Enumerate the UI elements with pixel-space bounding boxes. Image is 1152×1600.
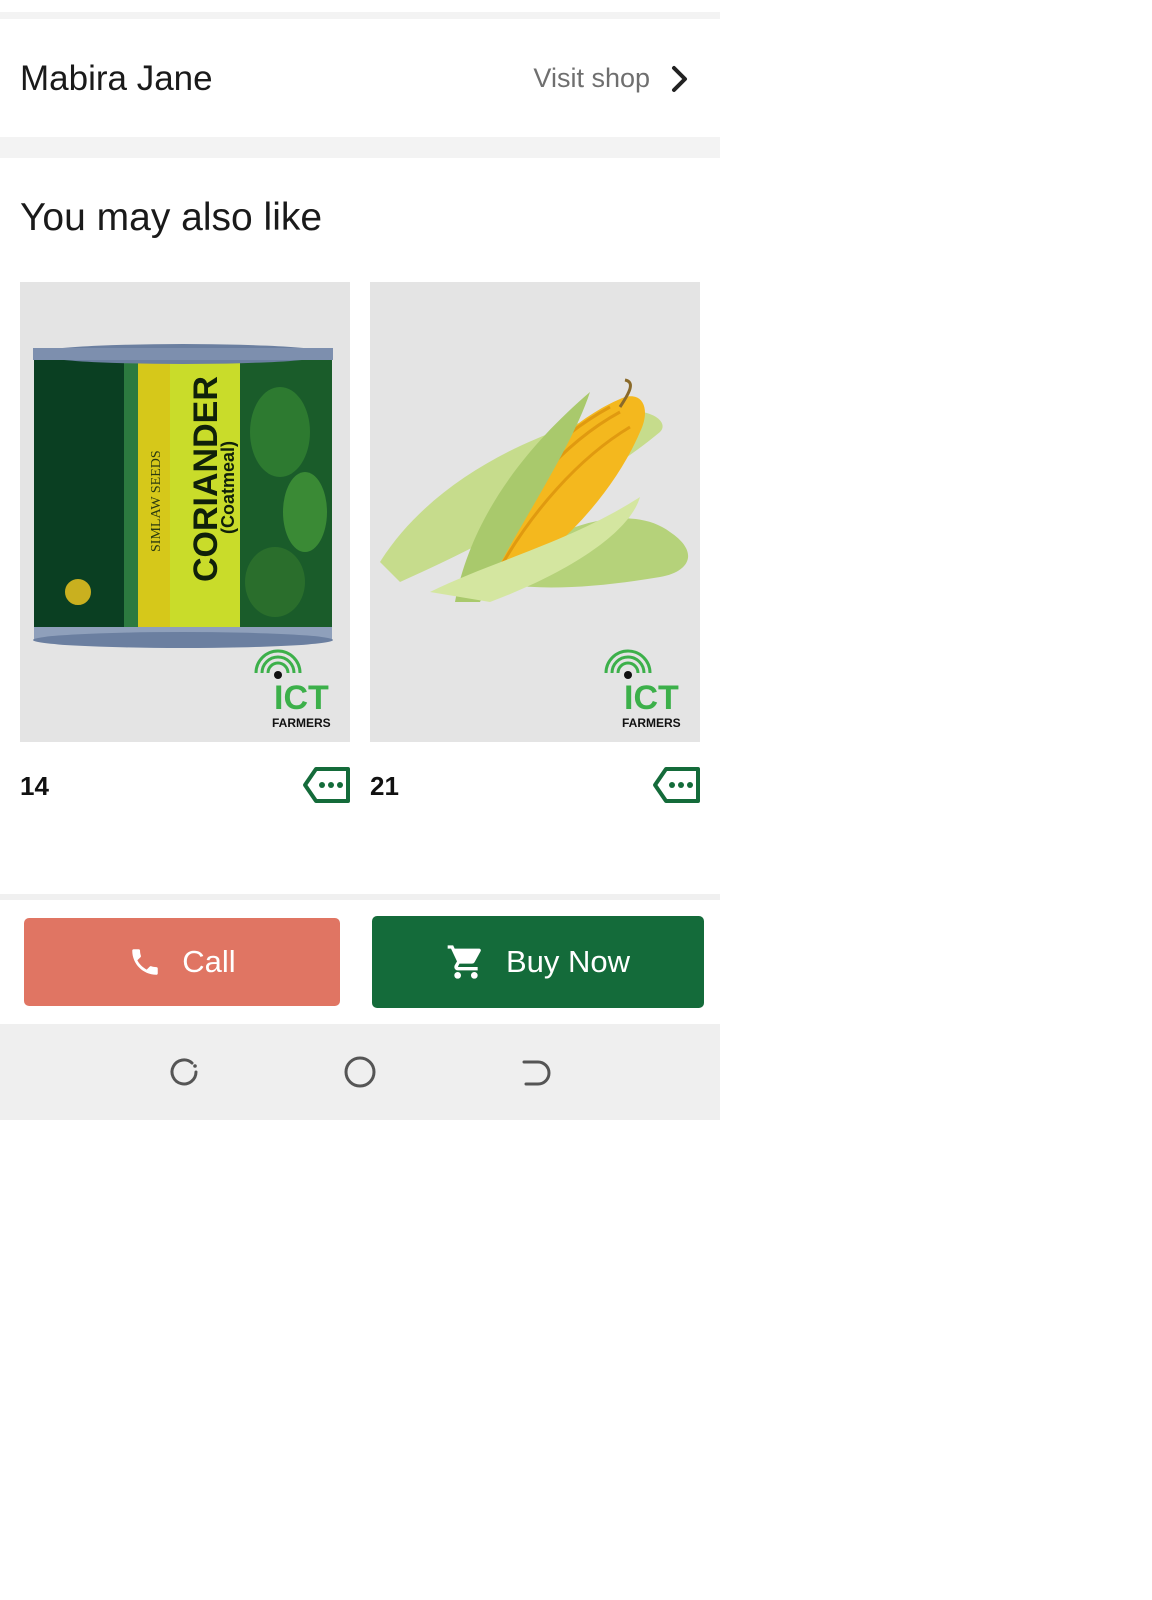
svg-text:SIMLAW SEEDS: SIMLAW SEEDS	[149, 450, 164, 552]
price-tag-icon[interactable]	[302, 766, 352, 804]
buy-now-label: Buy Now	[505, 944, 631, 979]
visit-shop-link[interactable]: Visit shop	[533, 63, 692, 94]
buy-now-button[interactable]: Buy Now	[372, 916, 704, 1008]
section-title: You may also like	[20, 196, 323, 239]
seller-row: Mabira Jane Visit shop	[0, 19, 720, 137]
visit-shop-label: Visit shop	[533, 63, 650, 93]
svg-text:(Coatmeal): (Coatmeal)	[218, 441, 238, 534]
svg-text:ICT: ICT	[274, 679, 329, 717]
chevron-right-icon	[672, 65, 687, 92]
call-button[interactable]: Call	[24, 918, 340, 1006]
section-divider	[0, 894, 720, 900]
shopping-cart-icon	[447, 945, 481, 979]
product-card-coriander[interactable]: SIMLAW SEEDS CORIANDER (Coatmeal) ICT FA…	[20, 282, 350, 742]
maize-cobs-image: ICT FARMERS	[380, 378, 689, 730]
section-divider	[0, 137, 720, 158]
back-nav-icon[interactable]	[518, 1054, 554, 1090]
svg-text:ICT: ICT	[624, 679, 679, 717]
svg-text:FARMERS: FARMERS	[622, 716, 681, 730]
product-price: 14	[20, 771, 49, 801]
coriander-seed-can-image: SIMLAW SEEDS CORIANDER (Coatmeal) ICT FA…	[33, 344, 333, 730]
product-price: 21	[370, 771, 399, 801]
system-navigation-bar	[0, 1024, 720, 1120]
home-nav-icon[interactable]	[342, 1054, 378, 1090]
call-label: Call	[182, 944, 236, 979]
svg-text:FARMERS: FARMERS	[272, 716, 331, 730]
phone-icon	[132, 949, 159, 975]
product-page: Mabira Jane Visit shop You may also like	[0, 0, 720, 1120]
product-card-maize[interactable]: ICT FARMERS	[370, 282, 700, 742]
price-tag-icon[interactable]	[652, 766, 702, 804]
recents-nav-icon[interactable]	[166, 1054, 202, 1090]
seller-name: Mabira Jane	[20, 59, 213, 98]
section-divider	[0, 12, 720, 19]
